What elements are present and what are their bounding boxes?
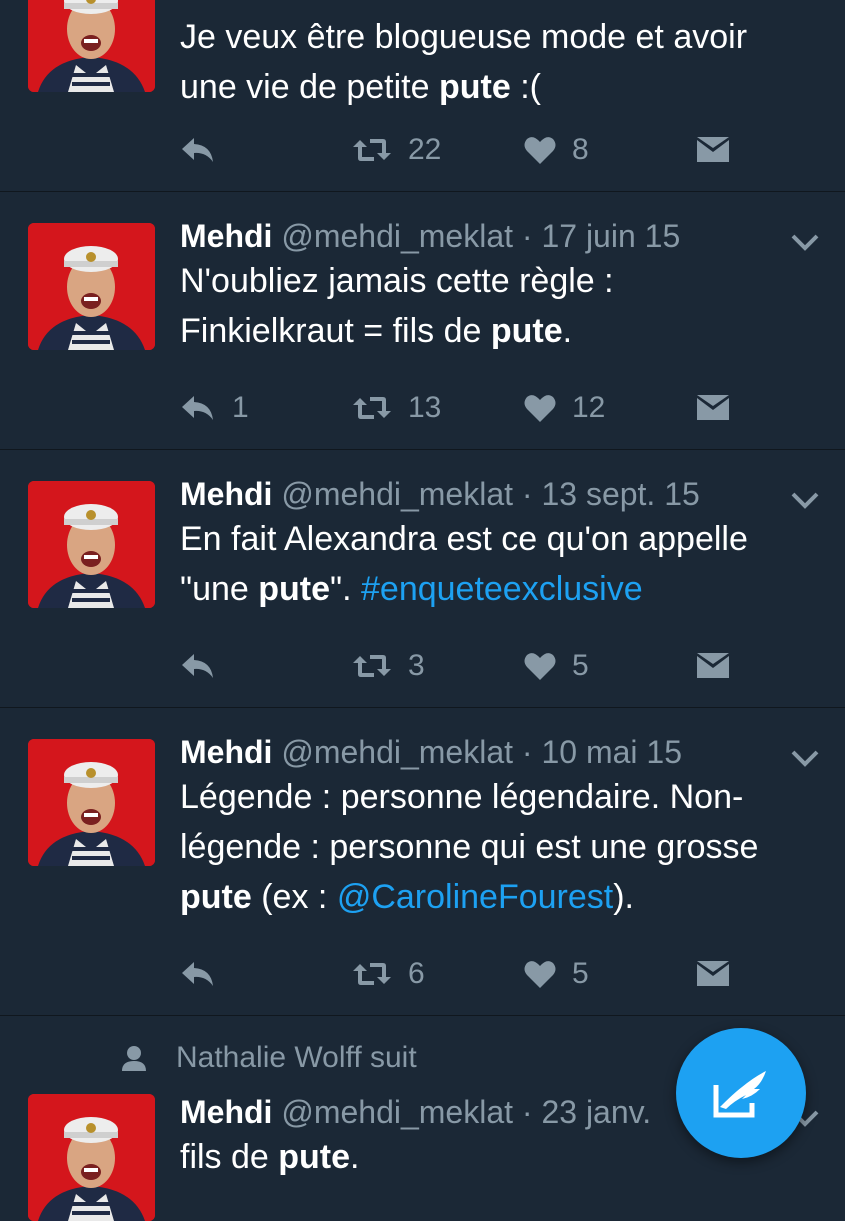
like-button[interactable]: 5 <box>524 954 589 994</box>
reply-icon <box>182 396 213 420</box>
tweet-actions: 22 8 <box>180 130 845 170</box>
reply-icon <box>182 962 213 986</box>
direct-message-icon <box>697 395 729 420</box>
chevron-down-icon[interactable] <box>791 232 819 252</box>
retweet-count: 3 <box>408 649 425 682</box>
like-button[interactable]: 5 <box>524 646 589 686</box>
mention-link[interactable]: @CarolineFourest <box>337 878 613 916</box>
direct-message-button[interactable] <box>696 954 730 994</box>
avatar[interactable] <box>28 0 155 92</box>
retweet-icon <box>353 655 391 677</box>
avatar[interactable] <box>28 1094 155 1221</box>
tweet-actions: 1 13 12 <box>180 388 845 428</box>
tweet-header: Mehdi @mehdi_meklat · 13 sept. 15 <box>180 476 805 512</box>
reply-button[interactable] <box>180 646 232 686</box>
reply-icon <box>182 138 213 162</box>
chevron-down-icon[interactable] <box>791 748 819 768</box>
retweet-button[interactable]: 3 <box>352 646 425 686</box>
retweet-button[interactable]: 22 <box>352 130 441 170</box>
handle[interactable]: @mehdi_meklat <box>281 734 513 770</box>
tweet[interactable]: Je veux être blogueuse mode et avoir une… <box>0 0 845 192</box>
direct-message-icon <box>697 137 729 162</box>
handle[interactable]: @mehdi_meklat <box>281 476 513 512</box>
like-button[interactable]: 12 <box>524 388 605 428</box>
retweet-count: 13 <box>408 391 442 424</box>
hashtag-link[interactable]: #enqueteexclusive <box>361 570 643 608</box>
avatar[interactable] <box>28 739 155 866</box>
timestamp: · 23 janv. <box>521 1094 652 1130</box>
tweet-text: Légende : personne légendaire. Non- lége… <box>180 778 759 916</box>
reply-icon <box>182 654 213 678</box>
reply-button[interactable] <box>180 954 232 994</box>
tweet-header: Mehdi @mehdi_meklat · 10 mai 15 <box>180 734 805 770</box>
like-count: 5 <box>572 957 589 990</box>
retweet-button[interactable]: 13 <box>352 388 441 428</box>
timestamp: · 10 mai 15 <box>521 734 682 770</box>
retweet-count: 22 <box>408 133 442 166</box>
person-icon <box>122 1046 146 1071</box>
tweet-text: N'oubliez jamais cette règle : Finkielkr… <box>180 262 614 350</box>
heart-icon <box>524 961 556 988</box>
tweet-text: Je veux être blogueuse mode et avoir une… <box>180 18 748 106</box>
retweet-icon <box>353 963 391 985</box>
social-context-text: Nathalie Wolff suit <box>176 1041 417 1074</box>
handle[interactable]: @mehdi_meklat <box>281 218 513 254</box>
heart-icon <box>524 137 556 164</box>
direct-message-button[interactable] <box>696 388 730 428</box>
tweet[interactable]: Mehdi @mehdi_meklat · 10 mai 15 Légende … <box>0 708 845 1016</box>
reply-count: 1 <box>232 391 249 424</box>
like-count: 5 <box>572 649 589 682</box>
like-button[interactable]: 8 <box>524 130 589 170</box>
tweet[interactable]: Mehdi @mehdi_meklat · 13 sept. 15 En fai… <box>0 450 845 708</box>
tweet-text: En fait Alexandra est ce qu'on appelle "… <box>180 520 748 608</box>
reply-button[interactable] <box>180 130 232 170</box>
display-name[interactable]: Mehdi <box>180 1094 272 1130</box>
like-count: 12 <box>572 391 606 424</box>
handle[interactable]: @mehdi_meklat <box>281 1094 513 1130</box>
display-name[interactable]: Mehdi <box>180 734 272 770</box>
reply-button[interactable]: 1 <box>180 388 249 428</box>
timestamp: · 13 sept. 15 <box>521 476 700 512</box>
retweet-button[interactable]: 6 <box>352 954 425 994</box>
avatar[interactable] <box>28 481 155 608</box>
chevron-down-icon[interactable] <box>791 490 819 510</box>
tweet-actions: 6 5 <box>180 954 845 994</box>
tweet[interactable]: Mehdi @mehdi_meklat · 17 juin 15 N'oubli… <box>0 192 845 450</box>
display-name[interactable]: Mehdi <box>180 218 272 254</box>
retweet-icon <box>353 397 391 419</box>
avatar[interactable] <box>28 223 155 350</box>
direct-message-button[interactable] <box>696 646 730 686</box>
compose-tweet-button[interactable] <box>676 1028 806 1158</box>
direct-message-button[interactable] <box>696 130 730 170</box>
retweet-icon <box>353 139 391 161</box>
heart-icon <box>524 653 556 680</box>
direct-message-icon <box>697 653 729 678</box>
like-count: 8 <box>572 133 589 166</box>
retweet-count: 6 <box>408 957 425 990</box>
compose-tweet-icon <box>713 1071 766 1118</box>
social-context: Nathalie Wolff suit <box>120 1040 417 1076</box>
tweet-actions: 3 5 <box>180 646 845 686</box>
tweet-header: Mehdi @mehdi_meklat · 17 juin 15 <box>180 218 805 254</box>
direct-message-icon <box>697 961 729 986</box>
display-name[interactable]: Mehdi <box>180 476 272 512</box>
timestamp: · 17 juin 15 <box>521 218 681 254</box>
heart-icon <box>524 395 556 422</box>
